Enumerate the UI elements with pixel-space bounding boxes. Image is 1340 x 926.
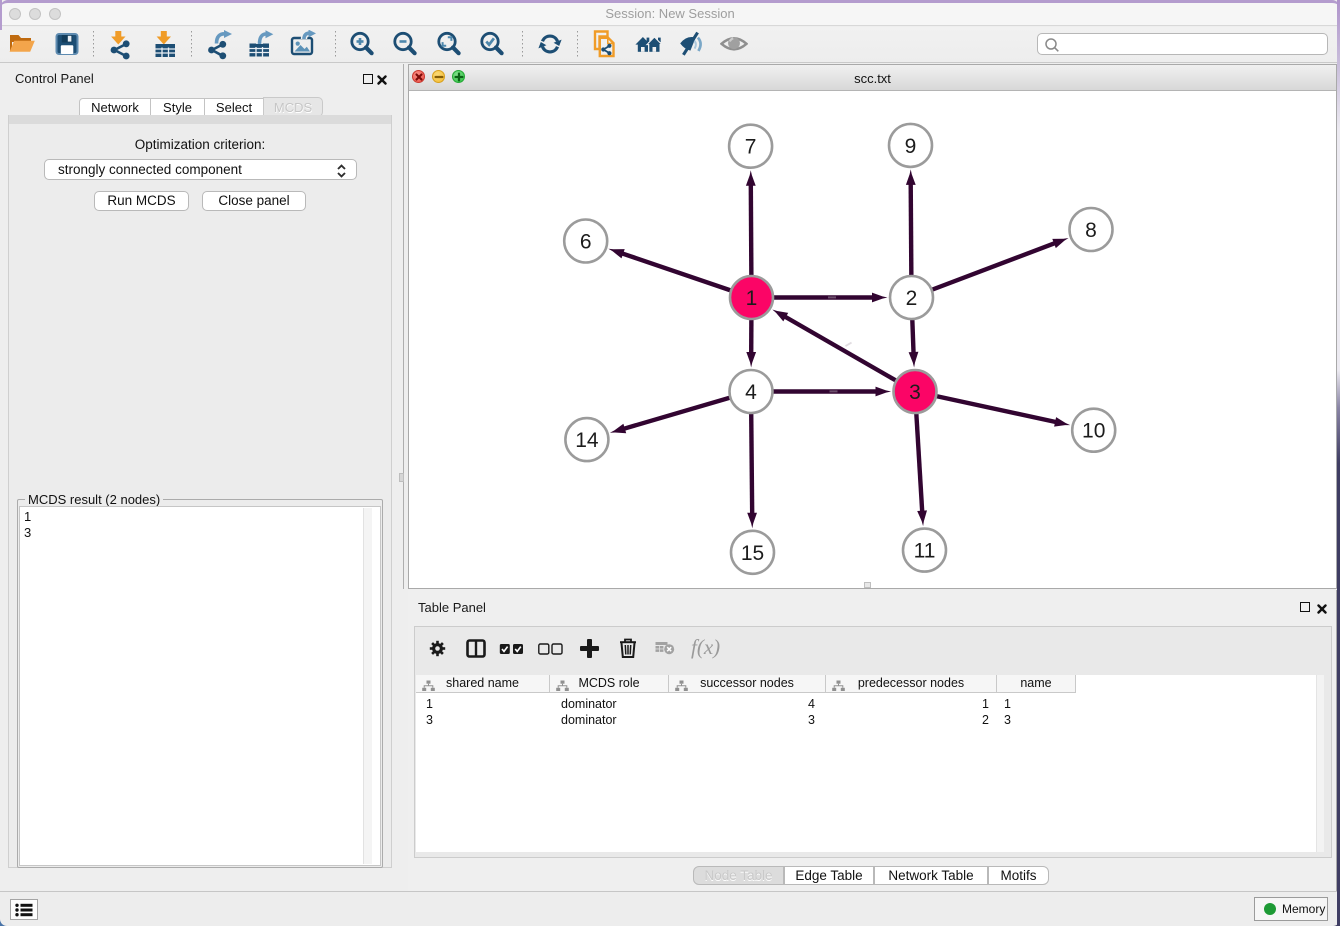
svg-text:6: 6 xyxy=(580,231,592,254)
svg-text:8: 8 xyxy=(1085,219,1097,242)
svg-text:10: 10 xyxy=(1082,420,1105,443)
svg-text:14: 14 xyxy=(575,429,599,452)
svg-text:4: 4 xyxy=(745,381,757,404)
svg-text:3: 3 xyxy=(909,381,921,404)
svg-text:1: 1 xyxy=(746,287,758,310)
svg-text:11: 11 xyxy=(914,540,936,563)
svg-text:2: 2 xyxy=(906,287,918,310)
svg-text:15: 15 xyxy=(741,542,764,565)
svg-text:9: 9 xyxy=(905,135,917,158)
svg-text:7: 7 xyxy=(745,136,757,159)
